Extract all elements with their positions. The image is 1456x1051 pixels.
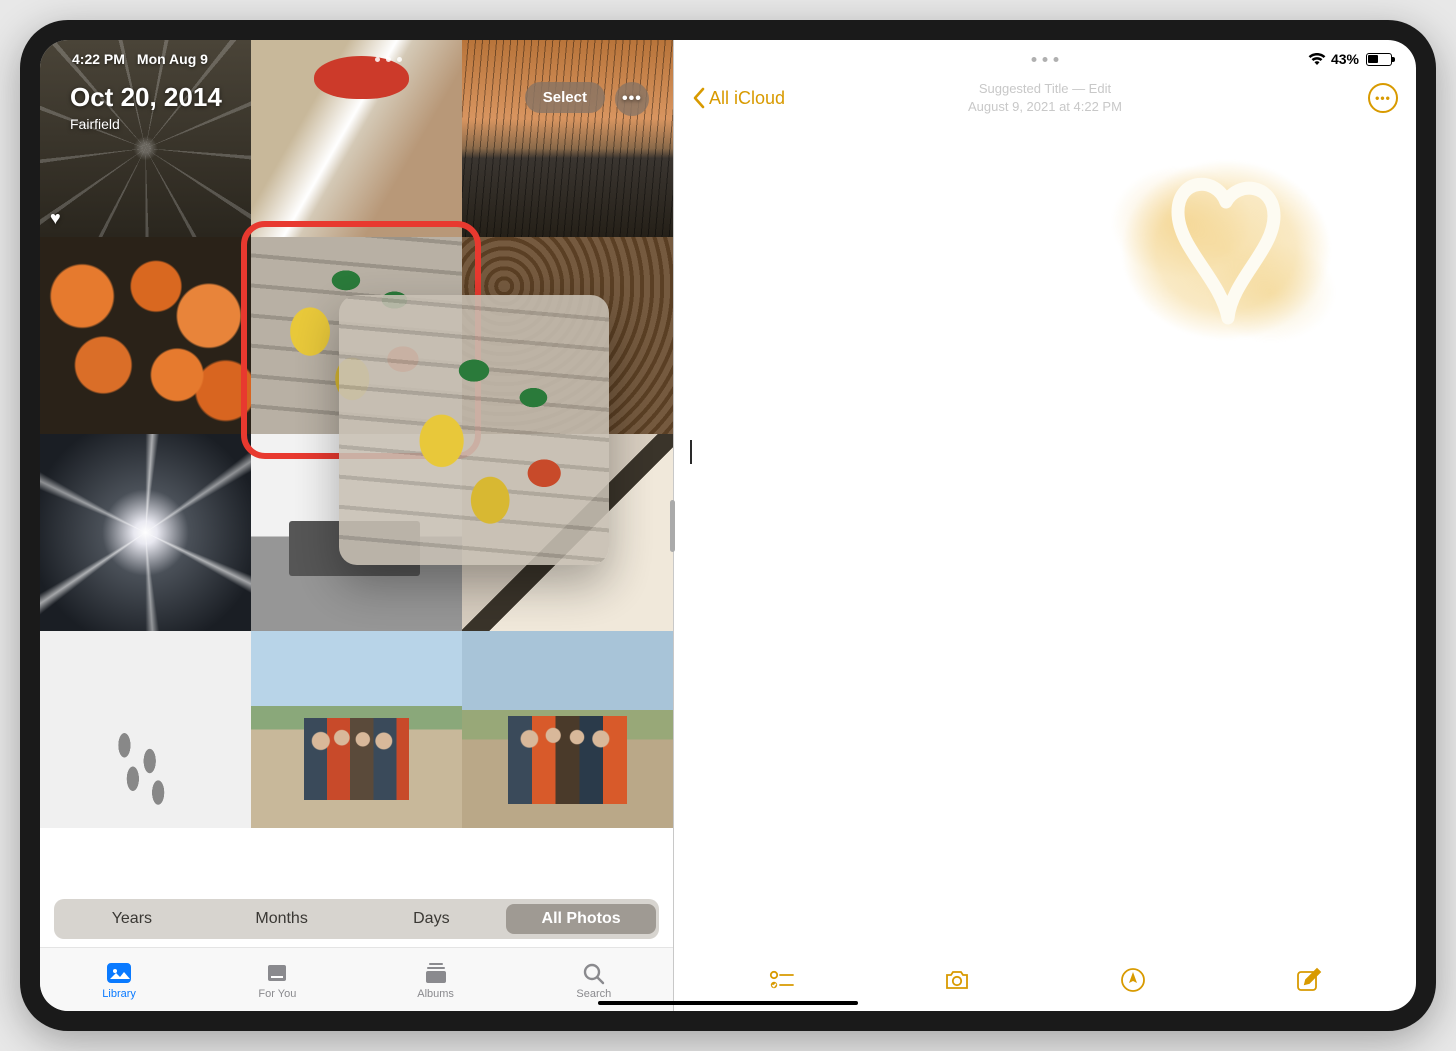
photo-thumbnail[interactable]	[462, 237, 673, 434]
library-icon	[105, 960, 133, 986]
battery-percentage: 43%	[1331, 51, 1359, 67]
notes-nav-bar: All iCloud Suggested Title — Edit August…	[674, 74, 1416, 122]
multitasking-dots-icon[interactable]	[375, 57, 402, 62]
status-date: Mon Aug 9	[137, 51, 208, 67]
search-icon	[580, 960, 608, 986]
text-cursor	[690, 440, 692, 464]
segment-months[interactable]: Months	[207, 904, 357, 934]
photo-thumbnail[interactable]	[40, 434, 251, 631]
albums-icon	[422, 960, 450, 986]
multitasking-dots-icon[interactable]	[1031, 57, 1058, 62]
tab-library[interactable]: Library	[40, 948, 198, 1011]
photo-thumbnail-highlighted[interactable]	[251, 237, 462, 434]
library-view-segmented-control[interactable]: Years Months Days All Photos	[54, 899, 659, 939]
tab-search-label: Search	[576, 988, 611, 1000]
back-button-label: All iCloud	[709, 88, 785, 109]
status-time: 4:22 PM	[72, 51, 125, 67]
heart-icon	[1156, 162, 1296, 332]
library-date-title: Oct 20, 2014	[70, 82, 222, 113]
favorite-heart-icon: ♥	[50, 208, 61, 229]
photos-header: Oct 20, 2014 Fairfield Select •••	[40, 76, 673, 132]
back-button[interactable]: All iCloud	[692, 87, 785, 109]
library-location: Fairfield	[70, 116, 222, 132]
photo-thumbnail[interactable]	[462, 434, 673, 631]
home-indicator[interactable]	[598, 1001, 858, 1005]
status-bar-left-pane: 4:22 PM Mon Aug 9	[40, 48, 673, 70]
segment-days[interactable]: Days	[356, 904, 506, 934]
ipad-device-frame: ♥ 4:22 PM Mon Aug 9	[20, 20, 1436, 1031]
photo-thumbnail[interactable]	[40, 237, 251, 434]
compose-button[interactable]	[1293, 965, 1323, 1000]
note-timestamp: August 9, 2021 at 4:22 PM	[968, 98, 1122, 116]
for-you-icon	[263, 960, 291, 986]
markup-button[interactable]	[1118, 965, 1148, 1000]
split-view-handle[interactable]	[670, 500, 675, 552]
notes-app-pane: 43% All iCloud Suggested Title — Edit Au…	[673, 40, 1416, 1011]
photos-tab-bar: Library For You Albums Search	[40, 947, 673, 1011]
checklist-icon	[767, 965, 797, 995]
note-suggested-title[interactable]: Suggested Title — Edit	[968, 80, 1122, 98]
chevron-left-icon	[692, 87, 706, 109]
photo-thumbnail[interactable]	[462, 631, 673, 828]
compose-icon	[1293, 965, 1323, 995]
tab-for-you[interactable]: For You	[198, 948, 356, 1011]
segment-all-photos[interactable]: All Photos	[506, 904, 656, 934]
select-button[interactable]: Select	[525, 82, 605, 113]
photo-thumbnail[interactable]	[251, 631, 462, 828]
status-bar-right-pane: 43%	[674, 48, 1416, 70]
checklist-button[interactable]	[767, 965, 797, 1000]
camera-icon	[942, 965, 972, 995]
battery-icon	[1363, 53, 1392, 66]
segment-years[interactable]: Years	[57, 904, 207, 934]
tab-library-label: Library	[102, 988, 136, 1000]
photos-app-pane: ♥ 4:22 PM Mon Aug 9	[40, 40, 673, 1011]
ipad-screen: ♥ 4:22 PM Mon Aug 9	[40, 40, 1416, 1011]
photo-thumbnail[interactable]	[251, 434, 462, 631]
more-options-button[interactable]: •••	[615, 82, 649, 116]
tab-albums[interactable]: Albums	[356, 948, 514, 1011]
tab-albums-label: Albums	[417, 988, 454, 1000]
camera-button[interactable]	[942, 965, 972, 1000]
note-body[interactable]	[674, 130, 1416, 947]
markup-pen-icon	[1118, 965, 1148, 995]
note-drawing	[1076, 124, 1376, 404]
photo-grid[interactable]: ♥	[40, 40, 673, 1011]
photo-thumbnail[interactable]	[40, 631, 251, 828]
wifi-icon	[1307, 52, 1327, 66]
note-metadata: Suggested Title — Edit August 9, 2021 at…	[968, 80, 1122, 115]
note-more-button[interactable]: •••	[1368, 83, 1398, 113]
tab-for-you-label: For You	[258, 988, 296, 1000]
